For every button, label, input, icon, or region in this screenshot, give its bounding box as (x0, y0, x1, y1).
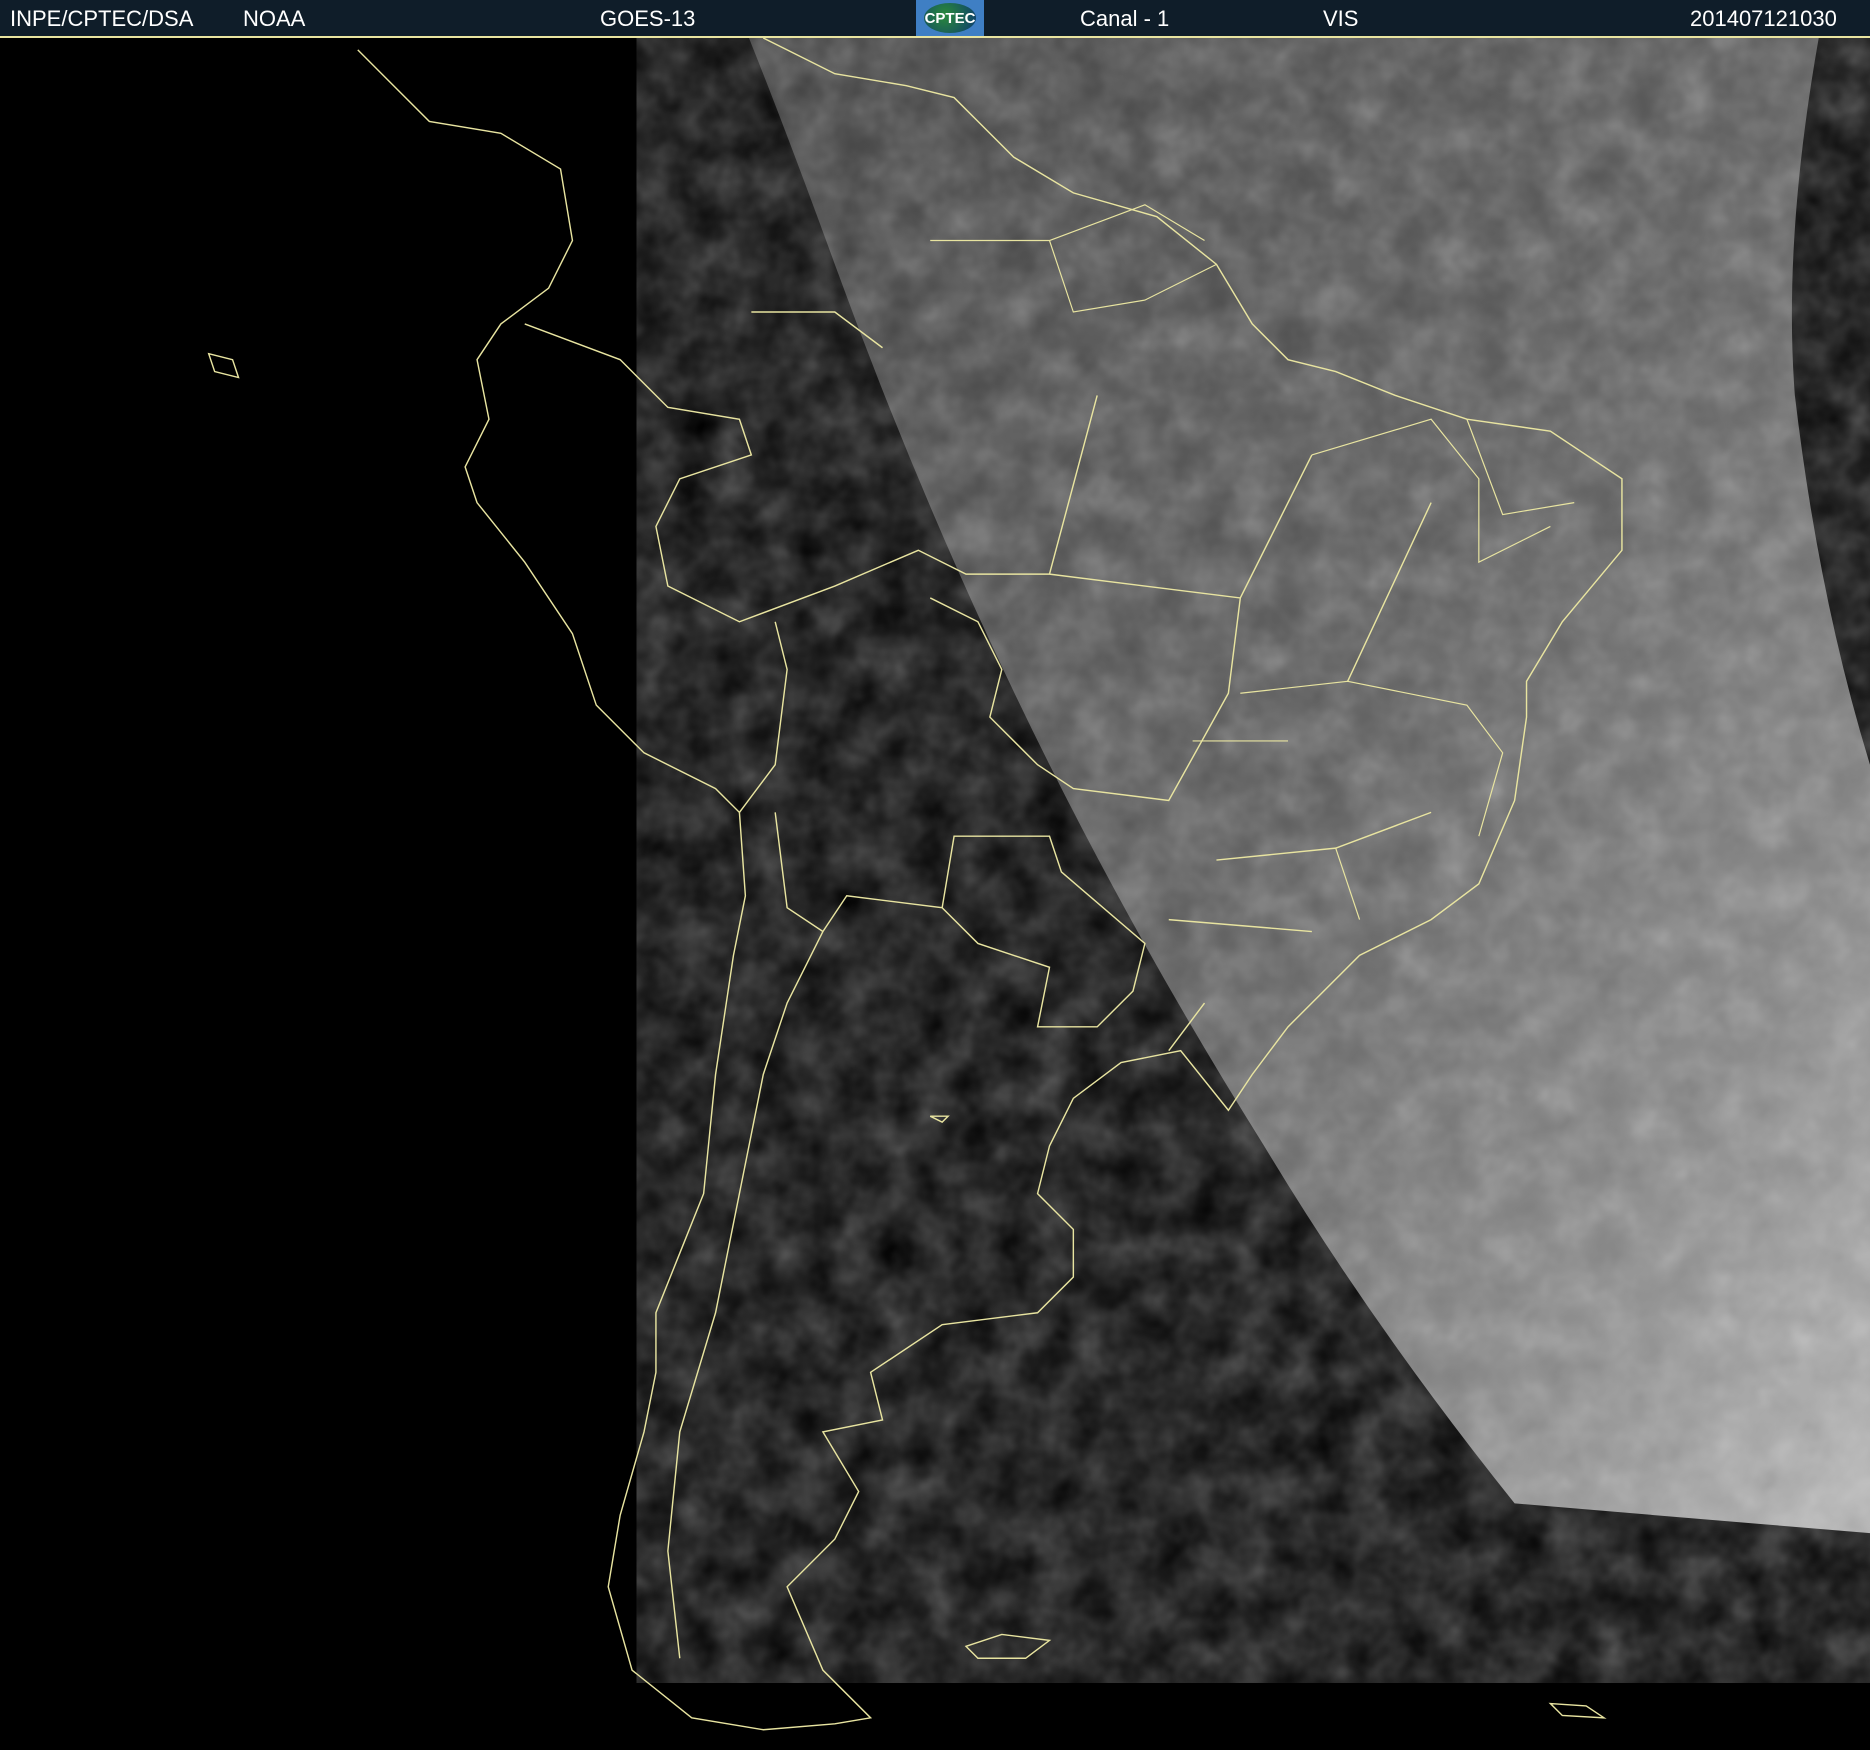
band-label: VIS (1323, 6, 1359, 31)
map-svg (207, 38, 1870, 1731)
institution-label: INPE/CPTEC/DSA (10, 6, 194, 31)
satellite-image (0, 38, 1870, 1750)
channel-label: Canal - 1 (1080, 6, 1170, 31)
agency-label: NOAA (243, 6, 306, 31)
image-header: INPE/CPTEC/DSA NOAA GOES-13 CPTEC Canal … (0, 0, 1870, 38)
cptec-logo: CPTEC (916, 0, 984, 36)
cloud-texture (748, 38, 1870, 1534)
timestamp-label: 201407121030 (1690, 6, 1837, 31)
logo-globe-icon: CPTEC (924, 3, 976, 33)
satellite-label: GOES-13 (600, 6, 696, 31)
